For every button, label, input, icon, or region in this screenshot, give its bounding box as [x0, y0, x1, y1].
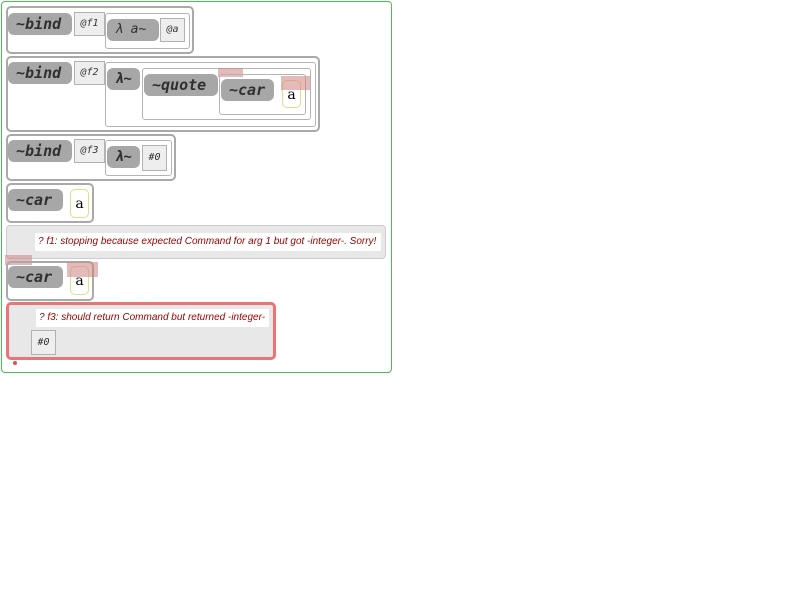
error-message-f3: ? f3: should return Command but returned… — [36, 309, 269, 327]
string-step-badge-quoted — [281, 76, 310, 90]
integer-literal-0[interactable]: #0 — [142, 145, 167, 171]
result-car-keyword[interactable]: ~car — [8, 266, 63, 288]
error-message-f1: ? f1: stopping because expected Command … — [35, 233, 381, 251]
lambda-arg-a[interactable]: @a — [160, 18, 185, 42]
bind-keyword-f1[interactable]: ~bind — [8, 13, 72, 35]
quote-keyword[interactable]: ~quote — [144, 74, 218, 96]
bind-keyword-f3[interactable]: ~bind — [8, 140, 72, 162]
param-f3[interactable]: @f3 — [74, 139, 105, 163]
lambda-keyword-f1[interactable]: λ a~ — [107, 19, 159, 41]
end-marker-dot — [13, 361, 17, 365]
param-f1[interactable]: @f1 — [74, 12, 105, 36]
lambda-keyword-f2[interactable]: λ~ — [107, 68, 140, 90]
result-string-step-badge — [67, 262, 98, 277]
param-f2[interactable]: @f2 — [74, 61, 105, 85]
fail-integer-0[interactable]: #0 — [31, 330, 56, 355]
bind-keyword-f2[interactable]: ~bind — [8, 62, 72, 84]
lambda-keyword-f3[interactable]: λ~ — [107, 146, 140, 168]
car-keyword-quoted[interactable]: ~car — [221, 79, 274, 101]
string-literal-a[interactable]: a — [70, 189, 89, 218]
car-keyword[interactable]: ~car — [8, 189, 63, 211]
